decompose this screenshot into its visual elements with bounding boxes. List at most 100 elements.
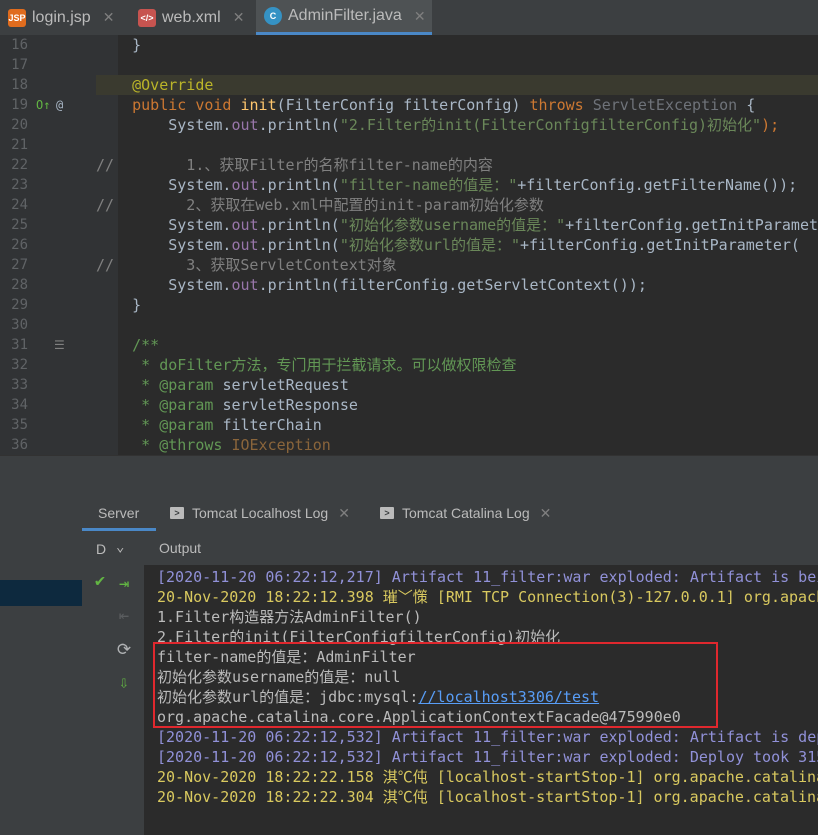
line-number: 16 xyxy=(11,37,28,53)
console-line: [2020-11-20 06:22:12,217] Artifact 11_fi… xyxy=(157,567,818,587)
code-token: // 1.、获取Filter的名称filter-name的内容 xyxy=(96,156,493,174)
code-line: System.out.println("filter-name的值是："+fil… xyxy=(96,175,797,195)
annotation-marker-icon: @ xyxy=(56,98,64,112)
code-token: servletResponse xyxy=(222,396,358,414)
tab-login-jsp[interactable]: JSP login.jsp ✕ xyxy=(0,0,128,35)
override-marker-icon[interactable]: O↑ xyxy=(36,95,50,115)
code-line: } xyxy=(96,35,141,55)
line-number: 25 xyxy=(11,217,28,233)
code-token: filterConfig xyxy=(339,276,449,294)
terminal-icon: > xyxy=(170,507,184,519)
close-icon[interactable]: ✕ xyxy=(540,505,552,522)
refresh-icon[interactable]: ⟳ xyxy=(106,638,142,662)
tab-label: login.jsp xyxy=(32,8,91,26)
code-token: .getInitParamete xyxy=(682,216,818,234)
undeploy-icon[interactable]: ⇤ xyxy=(106,604,142,628)
update-icon[interactable]: ⇩ xyxy=(106,671,142,695)
code-line: * @throws IOException xyxy=(96,435,331,455)
code-token: IOException xyxy=(231,436,331,454)
code-token: public void xyxy=(96,96,241,114)
code-token: @param xyxy=(159,376,223,394)
code-token: System. xyxy=(96,276,232,294)
code-token: } xyxy=(96,36,142,54)
javadoc-render-icon[interactable]: ☰ xyxy=(54,335,65,355)
line-number: 17 xyxy=(11,57,28,73)
code-token: "filter-name的值是：" xyxy=(339,176,518,194)
console-text: 20-Nov-2020 18:22:22.304 淇℃伅 [localhost-… xyxy=(157,788,818,806)
close-icon[interactable]: ✕ xyxy=(233,9,245,26)
output-label: Output xyxy=(159,540,202,556)
output-header: Output xyxy=(144,531,818,566)
tab-admin-filter-java[interactable]: C AdminFilter.java ✕ xyxy=(256,0,432,35)
console-output[interactable]: [2020-11-20 06:22:12,217] Artifact 11_fi… xyxy=(144,565,818,835)
line-number: 20 xyxy=(11,117,28,133)
code-token: filterConfig xyxy=(403,96,512,114)
server-log-tabs: Server > Tomcat Localhost Log ✕ > Tomcat… xyxy=(82,495,818,532)
line-number: 26 xyxy=(11,237,28,253)
panel-splitter[interactable] xyxy=(0,455,818,496)
server-toolbar: D ⌄ ✔ ⇥ ⇤ ⟳ ⇩ xyxy=(82,531,145,835)
code-token: } xyxy=(96,296,142,314)
code-token: // 3、获取ServletContext对象 xyxy=(96,256,397,274)
code-token: (FilterConfig xyxy=(276,96,404,114)
deploy-icon[interactable]: ⇥ xyxy=(106,572,142,596)
code-token: * xyxy=(96,436,160,454)
tab-server[interactable]: Server xyxy=(98,495,139,531)
code-line: System.out.println(filterConfig.getServl… xyxy=(96,275,647,295)
tab-label: AdminFilter.java xyxy=(288,7,402,24)
chevron-down-icon[interactable]: ⌄ xyxy=(116,539,124,555)
code-line: } xyxy=(96,295,141,315)
console-text: [2020-11-20 06:22:12,532] Artifact 11_fi… xyxy=(157,748,818,766)
close-icon[interactable]: ✕ xyxy=(414,8,426,25)
console-line: 1.Filter构造器方法AdminFilter() xyxy=(157,607,422,627)
code-token: "2.Filter的init(FilterConfigfilterConfig)… xyxy=(339,116,762,134)
code-line: public void init(FilterConfig filterConf… xyxy=(96,95,755,115)
code-line: System.out.println("初始化参数username的值是："+f… xyxy=(96,215,818,235)
code-token: filterChain xyxy=(222,416,322,434)
console-line: [2020-11-20 06:22:12,532] Artifact 11_fi… xyxy=(157,727,818,747)
code-token: @param xyxy=(159,416,223,434)
terminal-icon: > xyxy=(380,507,394,519)
code-line: // 2、获取在web.xml中配置的init-param初始化参数 xyxy=(96,195,544,215)
line-number: 32 xyxy=(11,357,28,373)
console-line: 20-Nov-2020 18:22:22.158 淇℃伅 [localhost-… xyxy=(157,767,818,787)
code-line: /** xyxy=(96,335,159,355)
line-number: 24 xyxy=(11,197,28,213)
code-token: servletRequest xyxy=(222,376,349,394)
console-text: [2020-11-20 06:22:12,217] Artifact 11_fi… xyxy=(157,568,818,586)
close-icon[interactable]: ✕ xyxy=(103,9,115,26)
services-tree-selected-row[interactable] xyxy=(0,580,82,606)
code-line: // 3、获取ServletContext对象 xyxy=(96,255,397,275)
tab-web-xml[interactable]: </> web.xml ✕ xyxy=(130,0,254,35)
tab-label: Tomcat Catalina Log xyxy=(402,505,530,521)
code-token: "初始化参数url的值是：" xyxy=(339,236,520,254)
code-token: ) xyxy=(511,96,530,114)
code-token: filterConfig xyxy=(526,176,635,194)
code-token: /** xyxy=(96,336,160,354)
console-line: 20-Nov-2020 18:22:12.398 璀﹀憡 [RMI TCP Co… xyxy=(157,587,818,607)
code-token: ServletException xyxy=(592,96,738,114)
code-line: * @param servletResponse xyxy=(96,395,358,415)
line-number: 36 xyxy=(11,437,28,453)
code-token: .println( xyxy=(258,176,340,194)
tab-tomcat-catalina-log[interactable]: > Tomcat Catalina Log ✕ xyxy=(380,495,551,531)
jsp-file-icon: JSP xyxy=(8,8,26,27)
code-token: .println( xyxy=(258,216,340,234)
code-token: @param xyxy=(159,396,223,414)
line-number: 19 xyxy=(11,97,28,113)
java-class-icon: C xyxy=(264,7,282,25)
code-line: @Override xyxy=(96,75,213,95)
code-token: out xyxy=(231,116,259,134)
code-token: .getInitParameter( xyxy=(637,236,800,254)
code-token: .println( xyxy=(258,116,340,134)
editor-tab-bar: JSP login.jsp ✕ </> web.xml ✕ C AdminFil… xyxy=(0,0,818,36)
tab-tomcat-localhost-log[interactable]: > Tomcat Localhost Log ✕ xyxy=(170,495,350,531)
line-number: 34 xyxy=(11,397,28,413)
line-number: 22 xyxy=(11,157,28,173)
tab-label: Tomcat Localhost Log xyxy=(192,505,329,521)
code-editor[interactable]: } @Override public void init(FilterConfi… xyxy=(96,35,818,455)
close-icon[interactable]: ✕ xyxy=(338,505,350,522)
code-token: + xyxy=(565,216,575,234)
deployment-header: D xyxy=(96,541,107,557)
code-token: .getFilterName()); xyxy=(634,176,798,194)
